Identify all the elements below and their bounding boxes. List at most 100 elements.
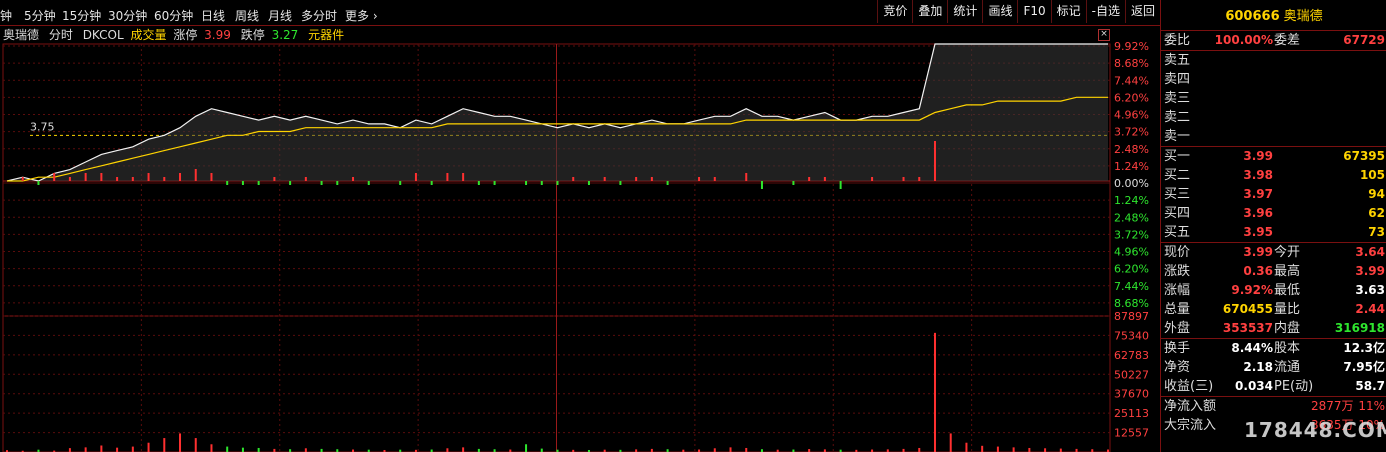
price-axis-label: 7.44% xyxy=(1114,280,1149,293)
order-ratio-value: 100.00% xyxy=(1214,33,1273,47)
share-stats: 换手 8.44% 股本 12.3亿 净资 2.18 流通 7.95亿 收益(三) 0.034 PE(… xyxy=(1161,339,1386,397)
bid-row[interactable]: 买四 3.96 62 xyxy=(1161,204,1386,223)
volume-bar xyxy=(100,445,103,452)
stat-label: 内盘 xyxy=(1274,321,1301,336)
stat-value: 3.63 xyxy=(1355,283,1385,297)
order-ratio-row: 委比 100.00% 委差 67729 xyxy=(1161,31,1386,51)
volume-bar xyxy=(745,447,748,452)
ask-book: 卖五 卖四 卖三 卖二 卖一 xyxy=(1161,51,1386,147)
bid-volume: 62 xyxy=(1368,206,1385,220)
order-ratio-label: 委比 xyxy=(1164,33,1191,48)
ask-label: 卖五 xyxy=(1164,53,1191,68)
stat-label: 涨幅 xyxy=(1164,283,1191,298)
volume-axis-label: 50227 xyxy=(1114,368,1149,381)
indicator-bar xyxy=(572,177,575,181)
stat-value: 2.44 xyxy=(1355,302,1385,316)
bid-row[interactable]: 买二 3.98 105 xyxy=(1161,166,1386,185)
bid-label: 买四 xyxy=(1164,206,1191,221)
stat-value: 12.3亿 xyxy=(1343,341,1385,355)
indicator-bar xyxy=(163,177,166,181)
volume-bar xyxy=(210,444,213,452)
indicator-bar xyxy=(131,177,134,181)
indicator-bar xyxy=(84,173,87,181)
volume-bar xyxy=(933,332,936,452)
flow-pct: 11% xyxy=(1358,399,1385,413)
indicator-bar xyxy=(933,141,936,181)
price-axis-label: 4.96% xyxy=(1114,109,1149,122)
share-row: 换手 8.44% 股本 12.3亿 xyxy=(1161,339,1386,358)
order-diff-value: 67729 xyxy=(1343,33,1385,47)
volume-bar xyxy=(965,442,968,452)
volume-bar xyxy=(918,447,921,452)
volume-bar xyxy=(116,447,119,452)
indicator-bar xyxy=(823,177,826,181)
volume-bar xyxy=(194,438,197,452)
stat-label: 涨跌 xyxy=(1164,264,1191,279)
price-axis-label: 6.20% xyxy=(1114,91,1149,104)
stat-value: 0.034 xyxy=(1235,379,1273,393)
indicator-bar xyxy=(210,173,213,181)
ask-row: 卖一 xyxy=(1161,127,1386,146)
bid-label: 买二 xyxy=(1164,168,1191,183)
volume-bar xyxy=(1044,448,1047,452)
volume-bar xyxy=(462,447,465,452)
indicator-bar xyxy=(53,173,56,181)
indicator-bar xyxy=(525,181,528,185)
ask-label: 卖二 xyxy=(1164,110,1191,125)
stat-row: 外盘 353537 内盘 316918 xyxy=(1161,319,1386,338)
stat-label: 净资 xyxy=(1164,360,1191,375)
reference-level-label: 3.75 xyxy=(30,120,55,133)
stat-value: 316918 xyxy=(1334,321,1385,335)
volume-bar xyxy=(179,433,182,452)
stat-row: 涨跌 0.36 最高 3.99 xyxy=(1161,262,1386,281)
stat-label: PE(动) xyxy=(1274,379,1314,394)
stat-row: 涨幅 9.92% 最低 3.63 xyxy=(1161,281,1386,300)
volume-axis-label: 25113 xyxy=(1114,407,1149,420)
stat-value: 670455 xyxy=(1222,302,1273,316)
indicator-bar xyxy=(666,181,669,185)
bid-volume: 67395 xyxy=(1343,149,1385,163)
indicator-bar xyxy=(68,177,71,181)
bid-row[interactable]: 买三 3.97 94 xyxy=(1161,185,1386,204)
stat-row: 总量 670455 量比 2.44 xyxy=(1161,300,1386,319)
volume-bar xyxy=(1028,447,1031,452)
volume-bar xyxy=(131,446,134,452)
volume-axis-label: 75340 xyxy=(1114,329,1149,342)
volume-bar xyxy=(163,438,166,452)
price-axis-label: 3.72% xyxy=(1114,126,1149,139)
stat-value: 7.95亿 xyxy=(1343,360,1385,374)
indicator-bar xyxy=(760,181,763,189)
ask-row: 卖三 xyxy=(1161,89,1386,108)
stat-label: 换手 xyxy=(1164,341,1191,356)
intraday-chart[interactable]: 9.92% 8.68% 7.44% 6.20% 4.96% 3.72% 2.48% 1.24%… xyxy=(0,0,1160,452)
price-axis-label: 6.20% xyxy=(1114,263,1149,276)
indicator-bar xyxy=(179,173,182,181)
stat-label: 最高 xyxy=(1274,264,1301,279)
volume-bar xyxy=(540,448,543,452)
stat-label: 最低 xyxy=(1274,283,1301,298)
stat-value: 353537 xyxy=(1222,321,1273,335)
indicator-bar xyxy=(414,173,417,181)
stat-value: 58.7 xyxy=(1355,379,1385,393)
indicator-bar xyxy=(399,181,402,185)
price-axis-label: 2.48% xyxy=(1114,143,1149,156)
price-axis-label: 1.24% xyxy=(1114,194,1149,207)
bid-label: 买三 xyxy=(1164,187,1191,202)
indicator-bar xyxy=(587,181,590,185)
indicator-bar xyxy=(650,177,653,181)
bid-row[interactable]: 买五 3.95 73 xyxy=(1161,223,1386,242)
indicator-bar xyxy=(477,181,480,185)
stock-code: 600666 xyxy=(1225,9,1280,24)
indicator-bar xyxy=(430,181,433,185)
quote-panel: 600666 奥瑞德 委比 100.00% 委差 67729 卖五 卖四 卖三 卖… xyxy=(1160,0,1386,452)
volume-bar xyxy=(446,448,449,452)
bid-row[interactable]: 买一 3.99 67395 xyxy=(1161,147,1386,166)
indicator-bar xyxy=(713,177,716,181)
bid-volume: 105 xyxy=(1359,168,1385,182)
stat-value: 0.36 xyxy=(1243,264,1273,278)
flow-label: 大宗流入 xyxy=(1164,418,1217,433)
flow-row: 净流入额 2877万 11% xyxy=(1161,397,1386,416)
volume-bar xyxy=(729,447,732,452)
share-row: 净资 2.18 流通 7.95亿 xyxy=(1161,358,1386,377)
volume-bar xyxy=(1059,448,1062,452)
